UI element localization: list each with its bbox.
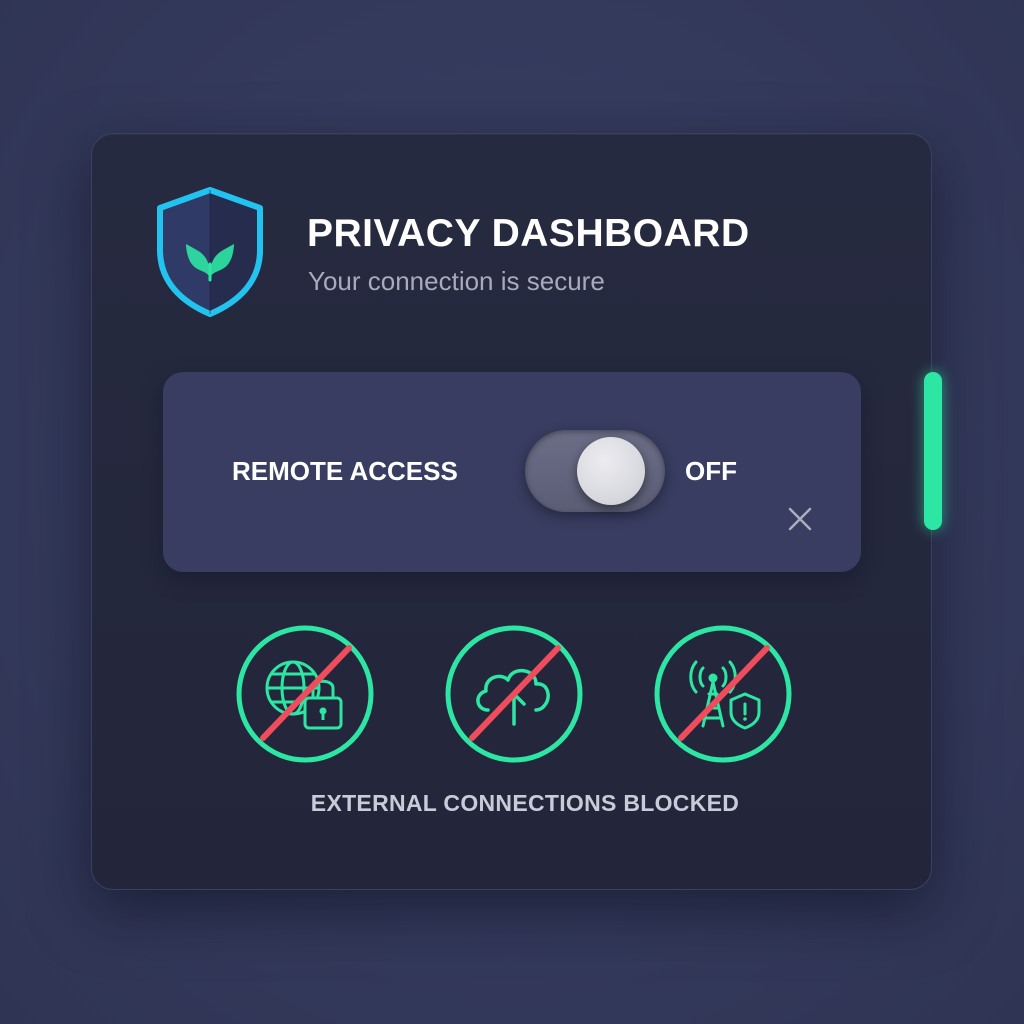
remote-access-label: REMOTE ACCESS <box>232 456 458 486</box>
toggle-state-label: OFF <box>685 456 737 486</box>
shield-leaf-icon <box>152 186 268 318</box>
scroll-indicator[interactable] <box>924 372 942 530</box>
connection-status-text: Your connection is secure <box>308 266 605 296</box>
close-icon[interactable] <box>785 504 815 534</box>
cloud-upload-blocked-icon <box>444 624 584 764</box>
blocked-connections-caption: EXTERNAL CONNECTIONS BLOCKED <box>310 790 740 816</box>
globe-lock-blocked-icon <box>235 624 375 764</box>
page-title: PRIVACY DASHBOARD <box>307 212 750 255</box>
signal-tower-blocked-icon <box>653 624 793 764</box>
privacy-dashboard-panel: PRIVACY DASHBOARD Your connection is sec… <box>91 133 942 890</box>
toggle-knob <box>577 437 645 505</box>
remote-access-toggle[interactable] <box>525 430 665 512</box>
remote-access-card: REMOTE ACCESS OFF <box>163 372 861 572</box>
